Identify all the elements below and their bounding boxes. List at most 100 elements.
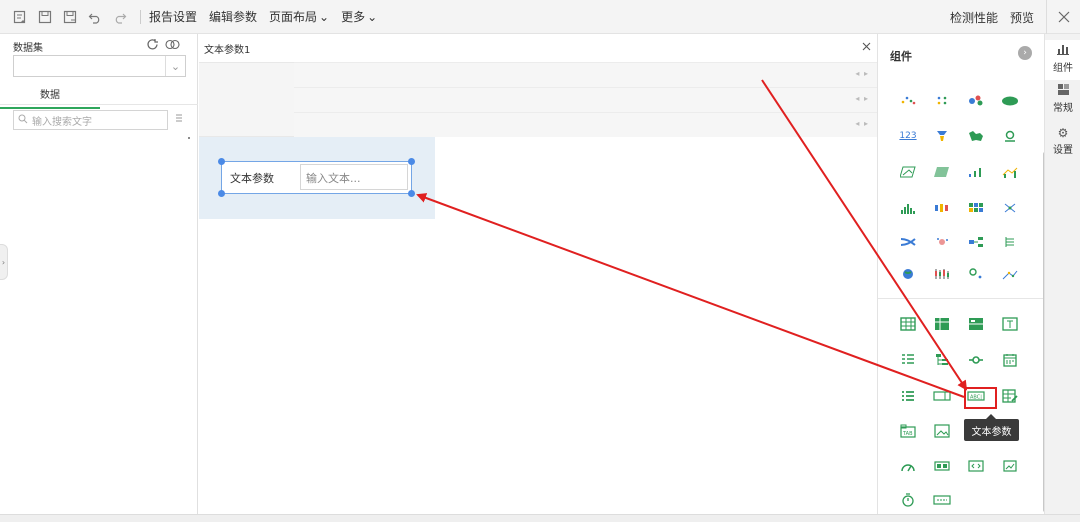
bar-line-chart-icon[interactable] bbox=[966, 164, 986, 180]
resize-handle[interactable] bbox=[218, 158, 225, 165]
checkbox-list-icon[interactable] bbox=[898, 388, 918, 404]
tree-list-icon[interactable] bbox=[932, 352, 952, 368]
cross-table-icon[interactable] bbox=[932, 316, 952, 332]
page-layout-menu[interactable]: 页面布局 ⌄ bbox=[269, 8, 329, 25]
tab-container-icon[interactable]: TAB bbox=[898, 423, 918, 439]
list-tree-icon[interactable] bbox=[898, 352, 918, 368]
image-icon[interactable] bbox=[932, 423, 952, 439]
grid-icon bbox=[1045, 84, 1080, 98]
save-icon[interactable] bbox=[37, 9, 53, 25]
resize-handle[interactable] bbox=[218, 190, 225, 197]
chart-frame-icon[interactable] bbox=[1000, 458, 1020, 474]
param-row[interactable]: ◂ ▸ bbox=[294, 112, 877, 137]
text-param-widget[interactable]: 文本参数 输入文本... bbox=[218, 158, 415, 197]
tab-general-label: 常规 bbox=[1053, 103, 1073, 114]
dot-marker bbox=[188, 137, 190, 139]
toolbar-divider bbox=[140, 9, 141, 24]
edit-params-menu[interactable]: 编辑参数 bbox=[209, 8, 257, 25]
undo-icon[interactable] bbox=[87, 9, 103, 25]
number-kpi-icon[interactable]: 123 bbox=[898, 128, 918, 144]
param-canvas[interactable]: 文本参数 输入文本... bbox=[199, 137, 435, 219]
toolbar: 报告设置 编辑参数 页面布局 ⌄ 更多 ⌄ 检测性能 预览 bbox=[0, 0, 1080, 34]
param-row[interactable]: ◂ ▸ bbox=[294, 62, 877, 87]
marquee-icon[interactable] bbox=[932, 492, 952, 508]
combo-chart-icon[interactable] bbox=[1000, 164, 1020, 180]
slider-icon[interactable] bbox=[966, 352, 986, 368]
dropdown-box-icon[interactable] bbox=[932, 388, 952, 404]
location-dots-icon[interactable] bbox=[966, 266, 986, 282]
component-panel: 组件 › 123 ABC| TAB bbox=[877, 34, 1047, 514]
param-editor: 文本参数1 ◂ ▸ ◂ ▸ ◂ ▸ 文本参数 输入文本... bbox=[199, 34, 877, 514]
radar-chart-icon[interactable] bbox=[898, 164, 918, 180]
list-menu-icon[interactable] bbox=[175, 113, 183, 126]
sankey-chart-icon[interactable] bbox=[898, 234, 918, 250]
widget-label: 文本参数 bbox=[230, 172, 274, 185]
save-as-icon[interactable] bbox=[62, 9, 78, 25]
app-root: 报告设置 编辑参数 页面布局 ⌄ 更多 ⌄ 检测性能 预览 数据集 ⌄ 数据 输… bbox=[0, 0, 1080, 522]
box-plot-icon[interactable] bbox=[932, 200, 952, 216]
network-graph-icon[interactable] bbox=[1000, 200, 1020, 216]
arrow-right-icon[interactable]: › bbox=[1018, 46, 1032, 60]
chevron-down-icon: ⌄ bbox=[165, 56, 185, 76]
date-picker-icon[interactable] bbox=[1000, 352, 1020, 368]
tab-data[interactable]: 数据 bbox=[0, 86, 100, 109]
card-icon[interactable] bbox=[932, 458, 952, 474]
gear-icon: ⚙ bbox=[1057, 126, 1069, 140]
histogram-icon[interactable] bbox=[898, 200, 918, 216]
preview-button[interactable]: 预览 bbox=[1010, 9, 1034, 26]
line-points-icon[interactable] bbox=[1000, 266, 1020, 282]
component-tooltip: 文本参数 bbox=[964, 414, 1019, 441]
tree-chart-icon[interactable] bbox=[966, 234, 986, 250]
editor-header: 文本参数1 bbox=[199, 34, 877, 62]
close-icon[interactable] bbox=[862, 41, 871, 54]
detail-table-icon[interactable] bbox=[966, 316, 986, 332]
embed-code-icon[interactable] bbox=[966, 458, 986, 474]
param-row[interactable]: ◂ ▸ bbox=[294, 87, 877, 112]
tab-settings-label: 设置 bbox=[1053, 145, 1073, 156]
resize-handle[interactable] bbox=[408, 158, 415, 165]
dataset-link-icon[interactable] bbox=[165, 38, 181, 54]
close-icon[interactable] bbox=[1046, 0, 1080, 34]
more-menu[interactable]: 更多 ⌄ bbox=[341, 8, 377, 25]
gauge-icon[interactable] bbox=[898, 458, 918, 474]
resize-arrows-icon: ◂ ▸ bbox=[855, 119, 869, 128]
dataset-select[interactable]: ⌄ bbox=[13, 55, 186, 77]
location-pin-icon[interactable] bbox=[1000, 128, 1020, 144]
scatter-chart-icon[interactable] bbox=[898, 92, 918, 108]
text-box-icon[interactable] bbox=[1000, 316, 1020, 332]
dot-chart-icon[interactable] bbox=[932, 92, 952, 108]
area-map-icon[interactable] bbox=[932, 164, 952, 180]
search-input[interactable]: 输入搜索文字 bbox=[13, 110, 168, 130]
table-icon[interactable] bbox=[898, 316, 918, 332]
side-tabs: 组件 常规 ⚙ 设置 bbox=[1044, 34, 1080, 514]
new-report-icon[interactable] bbox=[12, 9, 28, 25]
redo-icon[interactable] bbox=[112, 9, 128, 25]
tab-divider bbox=[0, 104, 198, 105]
report-settings-menu[interactable]: 报告设置 bbox=[149, 8, 197, 25]
bubble-chart-icon[interactable] bbox=[966, 92, 986, 108]
svg-text:TAB: TAB bbox=[902, 431, 913, 437]
check-performance-button[interactable]: 检测性能 bbox=[950, 9, 998, 26]
map-chart-icon[interactable] bbox=[966, 128, 986, 144]
tab-general[interactable]: 常规 bbox=[1045, 82, 1080, 122]
edit-table-icon[interactable] bbox=[1000, 388, 1020, 404]
chevron-down-icon: ⌄ bbox=[367, 9, 378, 24]
globe-chart-icon[interactable] bbox=[898, 266, 918, 282]
bottom-bar bbox=[0, 514, 1080, 522]
heatmap-icon[interactable] bbox=[966, 200, 986, 216]
candlestick-icon[interactable] bbox=[932, 266, 952, 282]
collapse-handle-icon[interactable]: › bbox=[0, 244, 8, 280]
tab-settings[interactable]: ⚙ 设置 bbox=[1045, 126, 1080, 166]
widget-text-input[interactable]: 输入文本... bbox=[300, 164, 408, 190]
component-panel-title: 组件 bbox=[890, 50, 912, 63]
editor-tab-title[interactable]: 文本参数1 bbox=[204, 41, 250, 56]
funnel-chart-icon[interactable] bbox=[932, 128, 952, 144]
resize-handle[interactable] bbox=[408, 190, 415, 197]
word-cloud-icon[interactable] bbox=[1000, 92, 1020, 108]
hierarchy-list-icon[interactable] bbox=[1000, 234, 1020, 250]
timer-icon[interactable] bbox=[898, 492, 918, 508]
tab-components-label: 组件 bbox=[1053, 63, 1073, 74]
refresh-icon[interactable] bbox=[146, 38, 159, 54]
tab-components[interactable]: 组件 bbox=[1045, 40, 1080, 80]
gauge-scatter-icon[interactable] bbox=[932, 234, 952, 250]
